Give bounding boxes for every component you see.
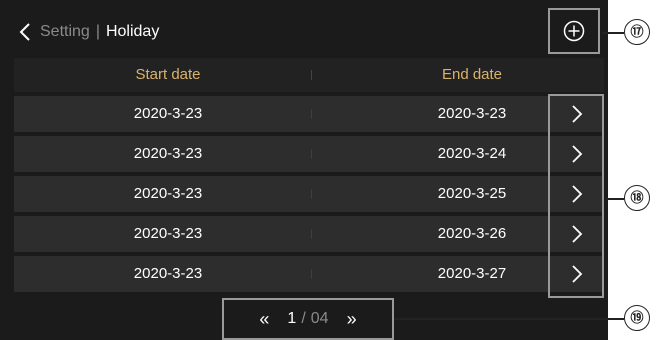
row-detail-arrows-highlight bbox=[548, 94, 604, 298]
first-page-button[interactable]: « bbox=[249, 309, 279, 330]
breadcrumb-separator: | bbox=[95, 23, 100, 40]
table-header: Start date End date bbox=[14, 58, 604, 92]
table-row[interactable]: 2020-3-23 2020-3-23 bbox=[14, 96, 604, 132]
row-divider bbox=[311, 149, 312, 159]
table-row[interactable]: 2020-3-23 2020-3-24 bbox=[14, 136, 604, 172]
end-date-cell: 2020-3-27 bbox=[437, 265, 507, 282]
start-date-cell: 2020-3-23 bbox=[133, 105, 203, 122]
page-separator: / bbox=[301, 310, 306, 327]
callout-19: ⑲ bbox=[624, 305, 650, 331]
column-divider bbox=[311, 70, 312, 80]
holiday-screen: Setting | Holiday Start date End date 2020… bbox=[0, 0, 608, 340]
last-page-button[interactable]: » bbox=[337, 309, 367, 330]
column-header-start: Start date bbox=[135, 66, 201, 83]
end-date-cell: 2020-3-26 bbox=[437, 225, 507, 242]
header-bar: Setting | Holiday bbox=[0, 0, 608, 58]
row-divider bbox=[311, 109, 312, 119]
start-date-cell: 2020-3-23 bbox=[133, 145, 203, 162]
breadcrumb-parent[interactable]: Setting bbox=[40, 23, 90, 40]
table-row[interactable]: 2020-3-23 2020-3-26 bbox=[14, 216, 604, 252]
callout-17: ⑰ bbox=[624, 19, 650, 45]
start-date-cell: 2020-3-23 bbox=[133, 185, 203, 202]
row-divider bbox=[311, 189, 312, 199]
current-page-number: 1 bbox=[287, 310, 297, 327]
pagination: « 1 / 04 » bbox=[222, 298, 394, 340]
callout-line-18 bbox=[606, 198, 624, 200]
callout-line-17 bbox=[602, 32, 624, 34]
chevron-left-icon[interactable] bbox=[18, 22, 32, 42]
row-divider bbox=[311, 269, 312, 279]
page-title: Holiday bbox=[105, 23, 160, 40]
callout-line-19 bbox=[394, 318, 624, 320]
circle-plus-icon bbox=[563, 20, 585, 42]
add-holiday-button[interactable] bbox=[548, 8, 600, 54]
start-date-cell: 2020-3-23 bbox=[133, 225, 203, 242]
end-date-cell: 2020-3-24 bbox=[437, 145, 507, 162]
table-row[interactable]: 2020-3-23 2020-3-25 bbox=[14, 176, 604, 212]
end-date-cell: 2020-3-23 bbox=[437, 105, 507, 122]
callout-18: ⑱ bbox=[624, 185, 650, 211]
start-date-cell: 2020-3-23 bbox=[133, 265, 203, 282]
row-divider bbox=[311, 229, 312, 239]
table-row[interactable]: 2020-3-23 2020-3-27 bbox=[14, 256, 604, 292]
column-header-end: End date bbox=[441, 66, 503, 83]
breadcrumb: Setting | Holiday bbox=[40, 22, 159, 42]
total-pages: 04 bbox=[310, 310, 329, 327]
end-date-cell: 2020-3-25 bbox=[437, 185, 507, 202]
